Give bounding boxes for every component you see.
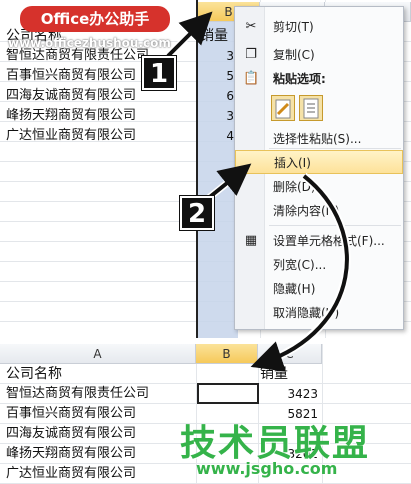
menu-item-label: 粘贴选项: [273,72,326,86]
menu-separator [269,225,401,226]
menu-item-cut[interactable]: ✂ 剪切(T) [235,15,403,39]
menu-item-unhide[interactable]: 取消隐藏(U) [235,301,403,325]
cell-a3[interactable]: 百事恒兴商贸有限公司 [6,404,136,424]
cell-a6[interactable]: 广达恒业商贸有限公司 [6,464,136,484]
cell-b3[interactable]: 5 [222,66,234,86]
menu-item-label: 隐藏(H) [273,282,316,296]
menu-item-paste-options: 📋 粘贴选项: [235,67,403,91]
cell-a5[interactable]: 峰扬天翔商贸有限公司 [6,106,136,126]
menu-item-delete[interactable]: 删除(D) [235,175,403,199]
menu-item-label: 删除(D) [273,180,316,194]
active-cell-b2[interactable] [197,383,259,404]
menu-item-copy[interactable]: ❐ 复制(C) [235,43,403,67]
menu-item-label: 列宽(C)... [273,258,327,272]
menu-item-label: 清除内容(N) [273,204,340,218]
cell-a6[interactable]: 广达恒业商贸有限公司 [6,126,136,146]
cell-a2[interactable]: 智恒达商贸有限责任公司 [6,384,149,404]
paste-icon: 📋 [243,71,260,86]
menu-item-label: 选择性粘贴(S)... [273,132,362,146]
site-url-watermark: www.officezhushou.com [8,36,171,50]
cell-a4[interactable]: 四海友诚商贸有限公司 [6,86,136,106]
cell-a1[interactable]: 公司名称 [6,364,62,384]
watermark-url: www.jsgho.com [196,459,338,478]
cell-a4[interactable]: 四海友诚商贸有限公司 [6,424,136,444]
cell-a3[interactable]: 百事恒兴商贸有限公司 [6,66,136,86]
menu-item-column-width[interactable]: 列宽(C)... [235,253,403,277]
office-assistant-badge: Office办公助手 [20,6,170,32]
col-header-b[interactable]: B [196,344,258,364]
cell-b5[interactable]: 3 [222,106,234,126]
menu-item-insert[interactable]: 插入(I) [235,150,403,174]
paste-values-icon[interactable] [299,95,323,121]
menu-item-clear-contents[interactable]: 清除内容(N) [235,199,403,223]
scissors-icon: ✂ [245,19,257,34]
menu-item-hide[interactable]: 隐藏(H) [235,277,403,301]
format-cells-icon: ▦ [244,233,258,248]
menu-item-label: 设置单元格格式(F)... [273,234,385,248]
menu-item-label: 复制(C) [273,48,315,62]
col-header-a[interactable]: A [0,344,196,364]
cell-b1[interactable]: 销量 [200,26,228,46]
menu-item-label: 剪切(T) [273,20,314,34]
cell-b2[interactable]: 3 [222,46,234,66]
cell-b4[interactable]: 6 [222,86,234,106]
cell-c2[interactable]: 3423 [262,384,318,404]
paste-format-icon[interactable] [271,95,295,121]
menu-item-label: 取消隐藏(U) [273,306,340,320]
cell-b6[interactable]: 4 [222,126,234,146]
step-1-label: 1 [142,56,176,90]
menu-item-label: 插入(I) [274,156,311,170]
cell-c1[interactable]: 销量 [260,364,288,384]
cell-a5[interactable]: 峰扬天翔商贸有限公司 [6,444,136,464]
step-2-label: 2 [180,196,214,230]
context-menu: ✂ 剪切(T) ❐ 复制(C) 📋 粘贴选项: 选择性粘贴(S)... 插入(I… [234,6,404,330]
col-header-c[interactable]: C [258,344,322,364]
menu-separator [269,148,401,149]
menu-item-format-cells[interactable]: ▦ 设置单元格格式(F)... [235,229,403,253]
copy-icon: ❐ [245,47,257,62]
